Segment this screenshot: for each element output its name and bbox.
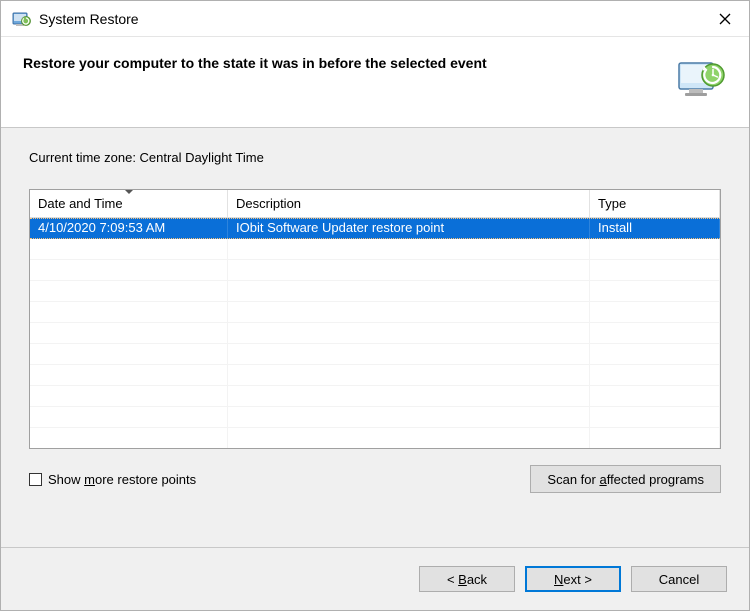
list-rows: 4/10/2020 7:09:53 AM IObit Software Upda… xyxy=(30,218,720,448)
table-row xyxy=(30,386,720,407)
show-more-checkbox[interactable]: Show more restore points xyxy=(29,472,196,487)
cell-description: IObit Software Updater restore point xyxy=(228,219,590,238)
close-button[interactable] xyxy=(701,1,749,37)
checkbox-box-icon xyxy=(29,473,42,486)
column-header-date[interactable]: Date and Time xyxy=(30,190,228,217)
list-header: Date and Time Description Type xyxy=(30,190,720,218)
show-more-label: Show more restore points xyxy=(48,472,196,487)
column-header-date-label: Date and Time xyxy=(38,196,123,211)
table-row xyxy=(30,428,720,448)
next-button[interactable]: Next > xyxy=(525,566,621,592)
wizard-footer: < Back Next > Cancel xyxy=(1,547,749,610)
restore-monitor-icon xyxy=(675,55,727,107)
wizard-body: Current time zone: Central Daylight Time… xyxy=(1,128,749,547)
options-row: Show more restore points Scan for affect… xyxy=(29,465,721,493)
back-button[interactable]: < Back xyxy=(419,566,515,592)
cancel-button[interactable]: Cancel xyxy=(631,566,727,592)
table-row xyxy=(30,344,720,365)
wizard-header: Restore your computer to the state it wa… xyxy=(1,37,749,128)
column-header-type[interactable]: Type xyxy=(590,190,720,217)
table-row xyxy=(30,365,720,386)
table-row[interactable]: 4/10/2020 7:09:53 AM IObit Software Upda… xyxy=(30,218,720,239)
column-header-type-label: Type xyxy=(598,196,626,211)
cell-type: Install xyxy=(590,219,720,238)
system-restore-icon xyxy=(11,9,31,29)
window-title: System Restore xyxy=(39,11,701,27)
table-row xyxy=(30,239,720,260)
sort-descending-icon xyxy=(124,189,134,194)
table-row xyxy=(30,281,720,302)
cell-date: 4/10/2020 7:09:53 AM xyxy=(30,219,228,238)
page-heading: Restore your computer to the state it wa… xyxy=(23,55,665,71)
titlebar: System Restore xyxy=(1,1,749,37)
table-row xyxy=(30,323,720,344)
restore-points-list[interactable]: Date and Time Description Type 4/10/2020… xyxy=(29,189,721,449)
table-row xyxy=(30,407,720,428)
table-row xyxy=(30,260,720,281)
timezone-label: Current time zone: Central Daylight Time xyxy=(29,150,721,165)
column-header-desc-label: Description xyxy=(236,196,301,211)
column-header-description[interactable]: Description xyxy=(228,190,590,217)
table-row xyxy=(30,302,720,323)
scan-affected-button[interactable]: Scan for affected programs xyxy=(530,465,721,493)
